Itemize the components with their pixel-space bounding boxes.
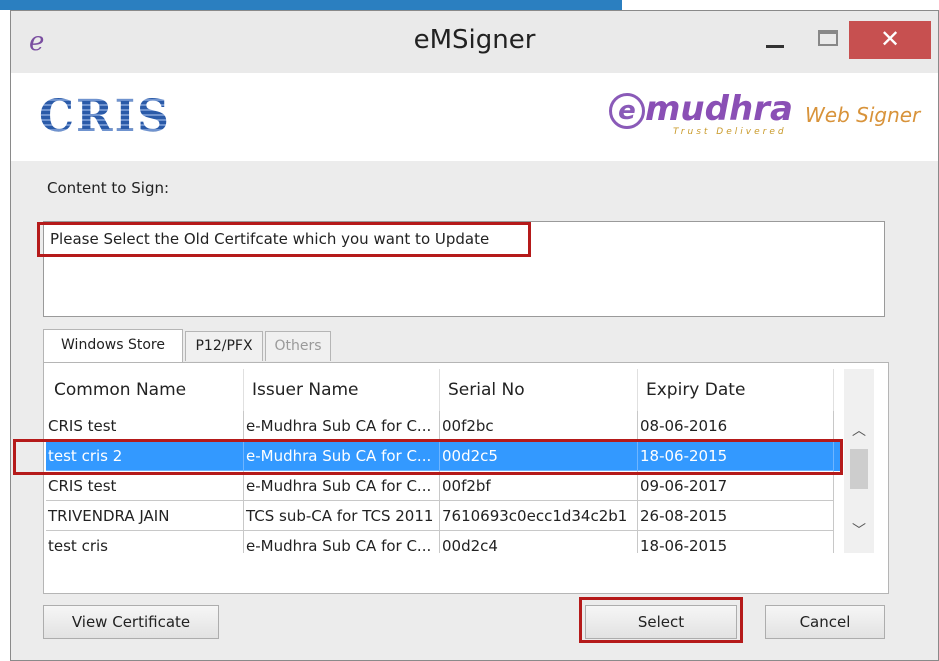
branding-header: CRIS e mudhra Trust Delivered Web Signer (11, 73, 938, 161)
cell-expiry-date: 18-06-2015 (638, 531, 834, 553)
cell-serial-no: 00f2bf (440, 471, 638, 501)
cris-logo: CRIS (39, 91, 171, 142)
certificate-list-panel: Common Name Issuer Name Serial No Expiry… (43, 362, 889, 594)
chevron-down-icon[interactable]: ﹀ (844, 519, 874, 543)
tab-others: Others (265, 331, 331, 361)
grid-vertical-scrollbar[interactable]: ︿ ﹀ (844, 369, 874, 553)
cell-common-name: CRIS test (46, 411, 244, 441)
minimize-button[interactable] (756, 23, 794, 59)
cell-expiry-date: 09-06-2017 (638, 471, 834, 501)
cell-common-name: test cris (46, 531, 244, 553)
close-icon: ✕ (879, 25, 901, 53)
table-row[interactable]: CRIS test e-Mudhra Sub CA for C... 00f2b… (46, 411, 842, 441)
cancel-button[interactable]: Cancel (765, 605, 885, 639)
emudhra-brand: mudhra (645, 89, 793, 129)
title-bar[interactable]: e eMSigner ✕ (11, 11, 938, 73)
content-to-sign-label: Content to Sign: (47, 179, 170, 197)
cell-serial-no: 00d2c5 (440, 441, 638, 471)
scrollbar-thumb[interactable] (850, 449, 868, 489)
tab-p12-pfx[interactable]: P12/PFX (185, 331, 263, 361)
table-row[interactable]: CRIS test e-Mudhra Sub CA for C... 00f2b… (46, 471, 842, 501)
column-serial-no[interactable]: Serial No (440, 369, 638, 411)
cell-expiry-date: 26-08-2015 (638, 501, 834, 531)
cell-common-name: test cris 2 (46, 441, 244, 471)
column-common-name[interactable]: Common Name (46, 369, 244, 411)
maximize-button[interactable] (809, 23, 847, 59)
cell-issuer-name: e-Mudhra Sub CA for C... (244, 411, 440, 441)
content-to-sign-box[interactable]: Please Select the Old Certifcate which y… (43, 221, 885, 317)
cell-expiry-date: 08-06-2016 (638, 411, 834, 441)
column-expiry-date[interactable]: Expiry Date (638, 369, 834, 411)
view-certificate-button[interactable]: View Certificate (43, 605, 219, 639)
close-button[interactable]: ✕ (849, 21, 931, 59)
cell-common-name: CRIS test (46, 471, 244, 501)
window-title: eMSigner (413, 25, 536, 55)
tab-windows-store[interactable]: Windows Store (43, 329, 183, 362)
select-button[interactable]: Select (585, 605, 737, 639)
cell-expiry-date: 18-06-2015 (638, 441, 834, 471)
cell-issuer-name: e-Mudhra Sub CA for C... (244, 441, 440, 471)
content-to-sign-text: Please Select the Old Certifcate which y… (50, 230, 490, 248)
cell-serial-no: 7610693c0ecc1d34c2b1 (440, 501, 638, 531)
emudhra-mark: e (609, 93, 645, 129)
cell-serial-no: 00d2c4 (440, 531, 638, 553)
chevron-up-icon[interactable]: ︿ (844, 419, 874, 443)
emsigner-window: e eMSigner ✕ CRIS e mudhra Trust Deliver… (10, 10, 939, 661)
cell-issuer-name: e-Mudhra Sub CA for C... (244, 531, 440, 553)
cell-serial-no: 00f2bc (440, 411, 638, 441)
background-app-strip (0, 0, 622, 10)
cell-issuer-name: e-Mudhra Sub CA for C... (244, 471, 440, 501)
table-row-selected[interactable]: test cris 2 e-Mudhra Sub CA for C... 00d… (46, 441, 842, 471)
web-signer-label: Web Signer (805, 103, 921, 127)
table-row[interactable]: TRIVENDRA JAIN TCS sub-CA for TCS 2011 7… (46, 501, 842, 531)
emudhra-tagline: Trust Delivered (673, 127, 787, 137)
cell-issuer-name: TCS sub-CA for TCS 2011 (244, 501, 440, 531)
table-row[interactable]: test cris e-Mudhra Sub CA for C... 00d2c… (46, 531, 842, 553)
grid-bottom-area (46, 553, 874, 573)
grid-header: Common Name Issuer Name Serial No Expiry… (46, 369, 842, 411)
certificate-grid[interactable]: Common Name Issuer Name Serial No Expiry… (46, 369, 842, 553)
column-issuer-name[interactable]: Issuer Name (244, 369, 440, 411)
cell-common-name: TRIVENDRA JAIN (46, 501, 244, 531)
